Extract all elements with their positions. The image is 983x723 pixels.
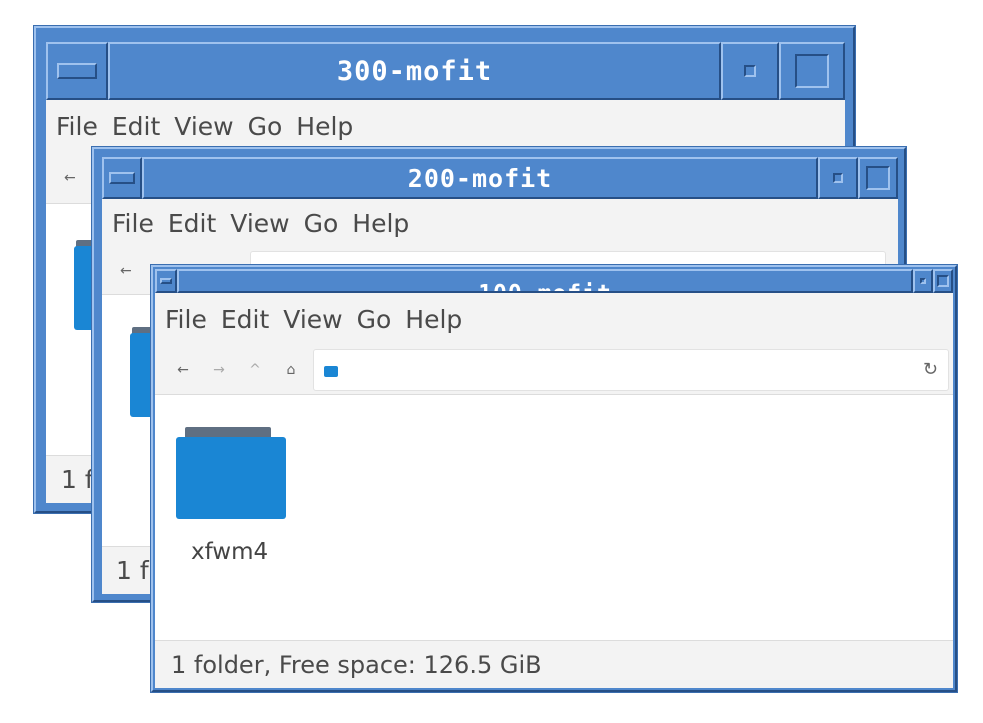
folder-item[interactable]: xfwm4: [173, 421, 286, 571]
menu-go[interactable]: Go: [304, 209, 339, 238]
window-menu-icon: [57, 63, 97, 79]
window-title: 100-mofit: [177, 269, 913, 293]
minimize-icon: [833, 173, 843, 183]
status-text: 1 f: [61, 465, 94, 494]
toolbar: ← → ^ ⌂ ↻: [155, 345, 953, 395]
window-menu-button[interactable]: [155, 269, 177, 293]
titlebar[interactable]: 300-mofit: [46, 42, 845, 100]
menubar: File Edit View Go Help: [46, 100, 845, 152]
up-button[interactable]: ^: [245, 362, 265, 378]
back-button[interactable]: ←: [120, 263, 132, 279]
window-menu-icon: [109, 172, 135, 184]
maximize-icon: [795, 54, 829, 88]
menu-view[interactable]: View: [230, 209, 289, 238]
back-button[interactable]: ←: [173, 362, 193, 378]
forward-button[interactable]: →: [209, 362, 229, 378]
menu-view[interactable]: View: [174, 112, 233, 141]
folder-icon: [324, 365, 338, 377]
window-menu-button[interactable]: [102, 157, 142, 199]
maximize-button[interactable]: [933, 269, 953, 293]
maximize-button[interactable]: [858, 157, 898, 199]
window-menu-icon: [160, 278, 172, 284]
status-text: 1 folder, Free space: 126.5 GiB: [171, 650, 542, 679]
menu-file[interactable]: File: [165, 305, 207, 334]
minimize-button[interactable]: [721, 42, 779, 100]
statusbar: 1 folder, Free space: 126.5 GiB: [155, 640, 953, 688]
window-100-mofit[interactable]: 100-mofit File Edit View Go Help ← → ^ ⌂…: [151, 265, 957, 692]
menu-help[interactable]: Help: [352, 209, 409, 238]
maximize-icon: [937, 275, 949, 287]
window-content: File Edit View Go Help ← → ^ ⌂ ↻ xfwm4 1…: [155, 293, 953, 688]
menubar: File Edit View Go Help: [102, 199, 898, 247]
minimize-button[interactable]: [913, 269, 933, 293]
minimize-icon: [744, 65, 756, 77]
folder-label: xfwm4: [191, 539, 269, 565]
back-button[interactable]: ←: [64, 170, 76, 186]
menu-help[interactable]: Help: [296, 112, 353, 141]
path-bar[interactable]: ↻: [313, 348, 949, 391]
menu-view[interactable]: View: [283, 305, 342, 334]
minimize-icon: [920, 278, 926, 284]
window-menu-button[interactable]: [46, 42, 108, 100]
window-title: 300-mofit: [108, 42, 721, 100]
reload-icon[interactable]: ↻: [923, 359, 938, 380]
titlebar[interactable]: 100-mofit: [155, 269, 953, 293]
menu-file[interactable]: File: [112, 209, 154, 238]
minimize-button[interactable]: [818, 157, 858, 199]
menu-edit[interactable]: Edit: [221, 305, 269, 334]
menu-edit[interactable]: Edit: [168, 209, 216, 238]
menu-go[interactable]: Go: [357, 305, 392, 334]
menu-file[interactable]: File: [56, 112, 98, 141]
home-button[interactable]: ⌂: [281, 362, 301, 378]
maximize-icon: [866, 166, 890, 190]
window-title: 200-mofit: [142, 157, 818, 199]
titlebar[interactable]: 200-mofit: [102, 157, 898, 199]
menu-help[interactable]: Help: [405, 305, 462, 334]
menu-go[interactable]: Go: [248, 112, 283, 141]
menu-edit[interactable]: Edit: [112, 112, 160, 141]
menubar: File Edit View Go Help: [155, 293, 953, 345]
maximize-button[interactable]: [779, 42, 845, 100]
folder-icon: [185, 427, 271, 437]
